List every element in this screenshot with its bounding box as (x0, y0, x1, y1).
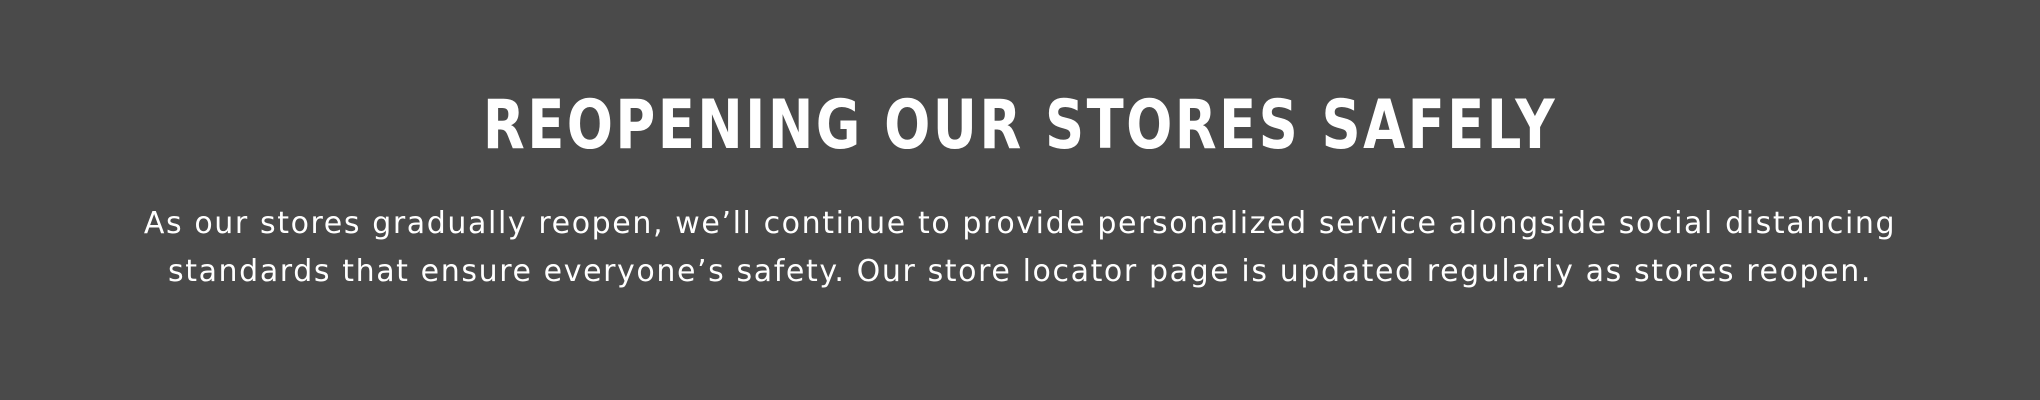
banner-description-line-2: standards that ensure everyone’s safety.… (167, 254, 1872, 289)
reopening-banner: REOPENING OUR STORES SAFELY As our store… (0, 0, 2040, 400)
banner-heading: REOPENING OUR STORES SAFELY (482, 86, 1558, 165)
banner-description: As our stores gradually reopen, we’ll co… (120, 200, 1920, 296)
banner-description-line-1: As our stores gradually reopen, we’ll co… (143, 206, 1897, 241)
